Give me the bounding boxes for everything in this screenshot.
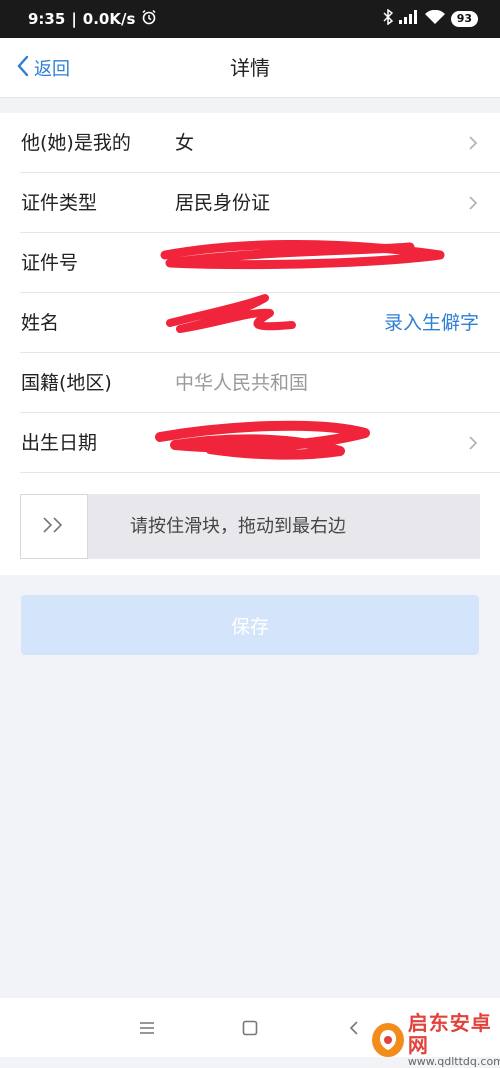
bluetooth-icon: [383, 8, 393, 29]
save-button[interactable]: 保存: [21, 595, 479, 655]
chevron-right-icon: [469, 436, 478, 450]
slider-verification[interactable]: 请按住滑块，拖动到最右边: [20, 494, 480, 559]
relation-row[interactable]: 他(她)是我的 女: [0, 113, 500, 173]
name-row[interactable]: 姓名 录入生僻字: [0, 293, 500, 353]
menu-icon[interactable]: [133, 1014, 161, 1042]
redaction-scribble: [155, 420, 370, 460]
slider-handle[interactable]: [20, 494, 88, 559]
home-icon[interactable]: [236, 1014, 264, 1042]
id-number-row[interactable]: 证件号: [0, 233, 500, 293]
nav-bar: 详情 返回: [0, 38, 500, 98]
slider-hint: 请按住滑块，拖动到最右边: [130, 516, 346, 537]
birthdate-row[interactable]: 出生日期: [0, 413, 500, 473]
status-speed: 0.0K/s: [82, 10, 136, 28]
page-title: 详情: [230, 56, 270, 80]
status-divider: |: [71, 10, 77, 28]
back-label: 返回: [34, 59, 70, 80]
nationality-label: 国籍(地区): [21, 372, 112, 394]
relation-label: 他(她)是我的: [21, 132, 131, 154]
watermark: 启东安卓网 www.qdlttdq.com: [372, 1012, 500, 1068]
redaction-scribble: [160, 239, 445, 270]
relation-value: 女: [175, 132, 195, 154]
id-type-value: 居民身份证: [175, 192, 271, 214]
wifi-icon: [424, 9, 445, 29]
signal-icon: [398, 10, 419, 28]
chevron-left-icon: [16, 55, 30, 82]
nationality-row: 国籍(地区) 中华人民共和国: [0, 353, 500, 413]
alarm-icon: [141, 9, 157, 29]
watermark-title: 启东安卓网: [407, 1011, 492, 1057]
back-nav-icon[interactable]: [340, 1014, 368, 1042]
chevron-right-icon: [469, 196, 478, 210]
double-chevron-right-icon: [41, 515, 67, 539]
id-type-row[interactable]: 证件类型 居民身份证: [0, 173, 500, 233]
watermark-logo-icon: [372, 1023, 404, 1058]
back-button[interactable]: 返回: [16, 38, 70, 98]
nationality-value: 中华人民共和国: [175, 372, 309, 394]
id-type-label: 证件类型: [21, 192, 98, 214]
chevron-right-icon: [469, 136, 478, 150]
status-bar: 9:35 | 0.0K/s 93: [0, 0, 500, 38]
status-right: 93: [383, 8, 478, 29]
status-time: 9:35: [28, 10, 66, 28]
battery-icon: 93: [450, 11, 478, 27]
enter-rare-char-link[interactable]: 录入生僻字: [384, 293, 479, 353]
watermark-url: www.qdlttdq.com: [407, 1055, 500, 1068]
status-left: 9:35 | 0.0K/s: [28, 9, 157, 29]
